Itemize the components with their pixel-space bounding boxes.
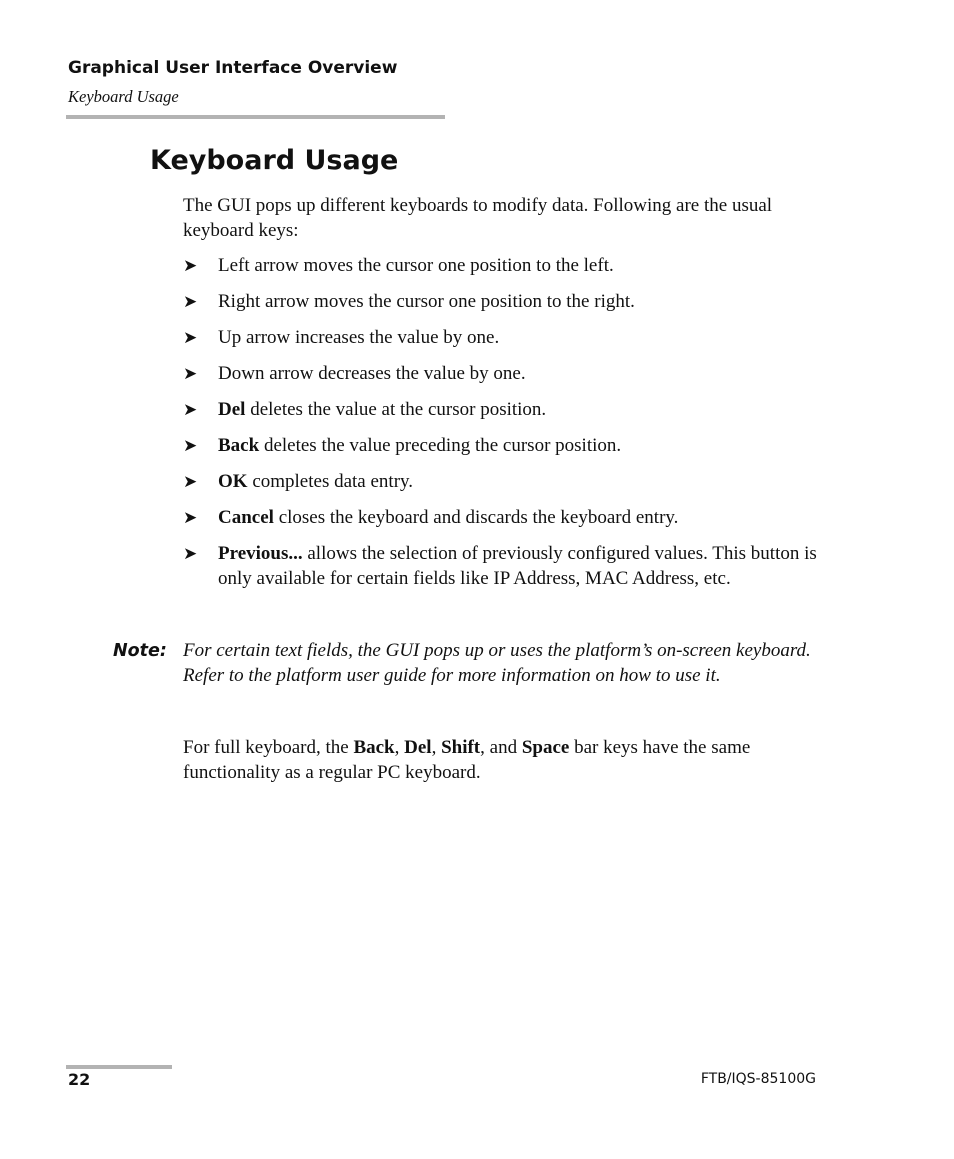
header-divider <box>66 115 445 119</box>
list-item: ➤ Up arrow increases the value by one. <box>183 326 823 351</box>
main-content: The GUI pops up different keyboards to m… <box>183 194 823 603</box>
arrowhead-right-icon: ➤ <box>183 364 198 383</box>
key-name: Shift <box>441 737 481 758</box>
key-description: deletes the value preceding the cursor p… <box>259 435 622 456</box>
list-item: ➤ Left arrow moves the cursor one positio… <box>183 254 823 279</box>
text-segment: , and <box>480 737 522 758</box>
key-list: ➤ Left arrow moves the cursor one positio… <box>183 254 823 591</box>
key-name: Back <box>218 435 260 456</box>
arrowhead-right-icon: ➤ <box>183 544 198 563</box>
note-block: Note: For certain text fields, the GUI p… <box>113 639 833 688</box>
arrowhead-right-icon: ➤ <box>183 256 198 275</box>
key-description: Left arrow moves the cursor one position… <box>218 255 614 276</box>
key-description: allows the selection of previously confi… <box>218 543 817 589</box>
text-segment: , <box>394 737 405 758</box>
arrowhead-right-icon: ➤ <box>183 472 198 491</box>
key-description: Right arrow moves the cursor one positio… <box>218 291 635 312</box>
list-item: ➤ Back deletes the value preceding the cu… <box>183 434 823 459</box>
list-item: ➤ Down arrow decreases the value by one. <box>183 362 823 387</box>
list-item: ➤ Del deletes the value at the cursor pos… <box>183 398 823 423</box>
text-segment: For full keyboard, the <box>183 737 354 758</box>
key-name: Space <box>521 737 570 758</box>
note-label: Note: <box>113 641 167 661</box>
key-name: Back <box>353 737 395 758</box>
list-item: ➤ Previous... allows the selection of pre… <box>183 542 823 591</box>
key-name: Del <box>404 737 432 758</box>
note-text: For certain text fields, the GUI pops up… <box>183 640 811 686</box>
arrowhead-right-icon: ➤ <box>183 436 198 455</box>
list-item: ➤ Cancel closes the keyboard and discards… <box>183 506 823 531</box>
arrowhead-right-icon: ➤ <box>183 292 198 311</box>
page-title: Keyboard Usage <box>150 145 399 176</box>
key-description: completes data entry. <box>247 471 414 492</box>
key-name: OK <box>218 471 248 492</box>
list-item: ➤ OK completes data entry. <box>183 470 823 495</box>
key-name: Cancel <box>218 507 274 528</box>
key-description: closes the keyboard and discards the key… <box>273 507 679 528</box>
key-name: Del <box>218 399 246 420</box>
footer-divider <box>66 1065 172 1069</box>
intro-paragraph: The GUI pops up different keyboards to m… <box>183 195 773 241</box>
list-item: ➤ Right arrow moves the cursor one positi… <box>183 290 823 315</box>
running-header-chapter: Graphical User Interface Overview <box>68 58 398 78</box>
key-description: Down arrow decreases the value by one. <box>218 363 526 384</box>
page-number: 22 <box>68 1070 91 1089</box>
arrowhead-right-icon: ➤ <box>183 400 198 419</box>
key-description: deletes the value at the cursor position… <box>245 399 547 420</box>
text-segment: , <box>431 737 442 758</box>
arrowhead-right-icon: ➤ <box>183 508 198 527</box>
key-name: Previous... <box>218 543 303 564</box>
key-description: Up arrow increases the value by one. <box>218 327 500 348</box>
running-header-section: Keyboard Usage <box>68 87 179 106</box>
arrowhead-right-icon: ➤ <box>183 328 198 347</box>
full-keyboard-paragraph: For full keyboard, the Back, Del, Shift,… <box>183 736 823 785</box>
document-id: FTB/IQS-85100G <box>700 1071 816 1087</box>
